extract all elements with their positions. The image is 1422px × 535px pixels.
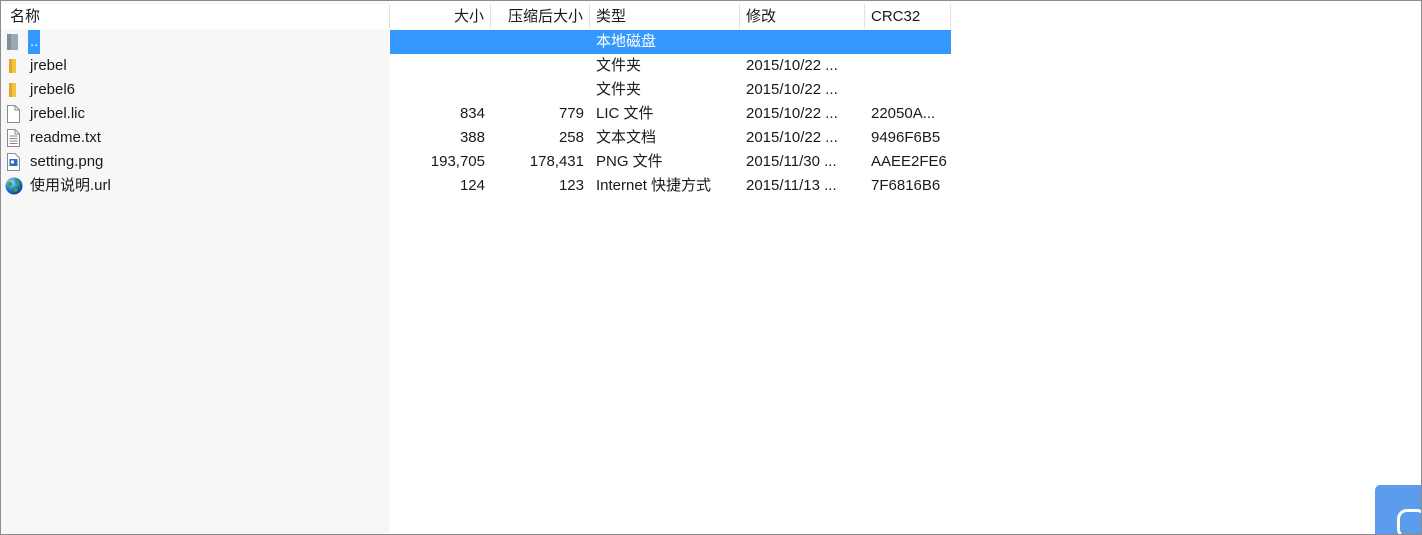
- cell-packed-size: 258: [558, 129, 584, 146]
- assistant-icon: [1397, 509, 1421, 534]
- sort-ascending-icon: ^: [189, 4, 195, 7]
- cell-name: 使用说明.url: [1, 174, 390, 198]
- column-header-packed-size-label: 压缩后大小: [507, 8, 583, 25]
- cell-name: ..: [1, 30, 390, 54]
- cell-name: jrebel: [1, 54, 390, 78]
- column-header-type[interactable]: 类型: [590, 4, 740, 29]
- cell-modified: 2015/10/22 ...: [746, 105, 838, 122]
- column-header-bar: ^ 名称 大小 压缩后大小 类型 修改 CRC32: [1, 4, 951, 29]
- cell-crc32: 9496F6B5: [871, 129, 941, 146]
- file-rows: .. 本地磁盘 jrebel 文件夹 2015/10/22 ... jrebel6 文件夹 2…: [1, 30, 951, 198]
- cell-name: jrebel6: [1, 78, 390, 102]
- cell-type: 文件夹: [596, 57, 642, 74]
- cell-name: setting.png: [1, 150, 390, 174]
- cell-packed-size: 123: [558, 177, 584, 194]
- column-header-modified[interactable]: 修改: [740, 4, 865, 29]
- column-header-crc32-label: CRC32: [871, 8, 921, 25]
- cell-type: 本地磁盘: [590, 30, 740, 54]
- cell-crc32: 22050A...: [871, 105, 936, 122]
- cell-crc32: [865, 54, 951, 78]
- table-row[interactable]: setting.png 193,705 178,431 PNG 文件 2015/11/3…: [1, 150, 951, 174]
- cell-size: [390, 30, 491, 54]
- cell-name: readme.txt: [1, 126, 390, 150]
- folder-icon: [5, 57, 21, 75]
- cell-modified: 2015/10/22 ...: [746, 57, 838, 74]
- cell-type: 文件夹: [596, 81, 642, 98]
- cell-modified: 2015/11/30 ...: [746, 153, 837, 170]
- column-header-name[interactable]: ^ 名称: [1, 4, 390, 29]
- cell-size: [390, 78, 491, 102]
- file-name-label: 使用说明.url: [30, 177, 111, 194]
- cell-size: 193,705: [430, 153, 485, 170]
- cell-modified: 2015/11/13 ...: [746, 177, 837, 194]
- table-row[interactable]: jrebel 文件夹 2015/10/22 ...: [1, 54, 951, 78]
- cell-size: [390, 54, 491, 78]
- cell-type: PNG 文件: [596, 153, 663, 170]
- file-icon: [5, 105, 21, 123]
- file-name-label: jrebel6: [30, 81, 76, 98]
- table-row[interactable]: readme.txt 388 258 文本文档 2015/10/22 ... 9496F6…: [1, 126, 951, 150]
- cell-crc32: 7F6816B6: [871, 177, 941, 194]
- cell-packed-size: 779: [558, 105, 584, 122]
- file-name-label: jrebel: [30, 57, 67, 74]
- column-header-type-label: 类型: [596, 8, 627, 25]
- table-row[interactable]: jrebel6 文件夹 2015/10/22 ...: [1, 78, 951, 102]
- cell-packed-size: [491, 78, 590, 102]
- cell-crc32: [865, 30, 951, 54]
- column-header-modified-label: 修改: [746, 8, 777, 25]
- cell-crc32: [865, 78, 951, 102]
- cell-type: Internet 快捷方式: [596, 177, 712, 194]
- cell-modified: 2015/10/22 ...: [746, 81, 838, 98]
- floating-assistant-button[interactable]: [1375, 485, 1421, 534]
- text-file-icon: [5, 129, 21, 147]
- cell-size: 388: [459, 129, 485, 146]
- column-header-name-label: 名称: [10, 8, 41, 25]
- table-row[interactable]: jrebel.lic 834 779 LIC 文件 2015/10/22 ... 2205…: [1, 102, 951, 126]
- file-name-label: jrebel.lic: [30, 105, 86, 122]
- cell-name: jrebel.lic: [1, 102, 390, 126]
- cell-modified: 2015/10/22 ...: [746, 129, 838, 146]
- cell-size: 124: [459, 177, 485, 194]
- table-row-selected[interactable]: .. 本地磁盘: [1, 30, 951, 54]
- folder-icon: [5, 81, 21, 99]
- archive-file-list: ^ 名称 大小 压缩后大小 类型 修改 CRC32 .. 本地磁盘 jrebel 文件…: [0, 0, 1422, 535]
- cell-modified: [740, 30, 865, 54]
- file-name-label: ..: [28, 30, 41, 54]
- cell-packed-size: [491, 30, 590, 54]
- parent-dir-icon: [5, 33, 21, 51]
- column-header-size[interactable]: 大小: [390, 4, 491, 29]
- cell-type: 文本文档: [596, 129, 657, 146]
- cell-packed-size: 178,431: [529, 153, 584, 170]
- file-name-label: setting.png: [30, 153, 104, 170]
- cell-crc32: AAEE2FE6: [871, 153, 947, 170]
- globe-icon: [5, 177, 23, 195]
- column-header-size-label: 大小: [453, 8, 484, 25]
- image-file-icon: [5, 153, 21, 171]
- column-header-packed-size[interactable]: 压缩后大小: [491, 4, 590, 29]
- cell-type: LIC 文件: [596, 105, 654, 122]
- file-name-label: readme.txt: [30, 129, 101, 146]
- column-header-crc32[interactable]: CRC32: [865, 4, 951, 29]
- table-row[interactable]: 使用说明.url 124 123 Internet 快捷方式 2015/11/13 ..…: [1, 174, 951, 198]
- cell-packed-size: [491, 54, 590, 78]
- cell-size: 834: [459, 105, 485, 122]
